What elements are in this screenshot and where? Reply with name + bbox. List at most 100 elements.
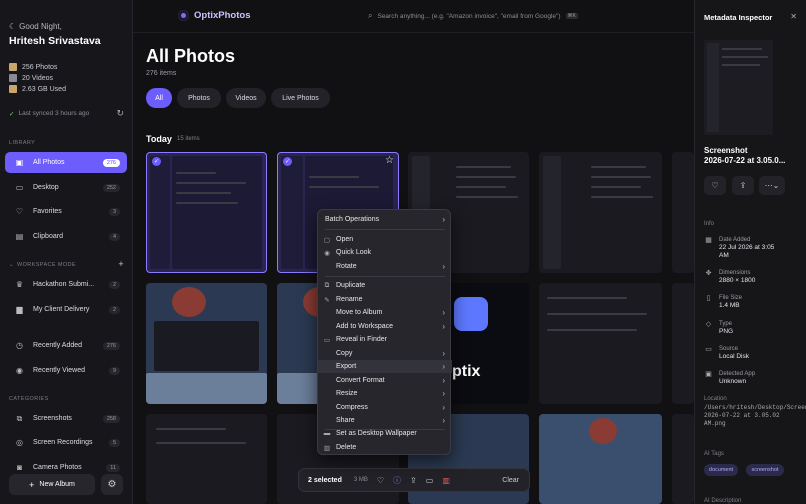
filter-live-photos[interactable]: Live Photos [271, 88, 330, 108]
close-icon[interactable]: ✕ [790, 12, 797, 21]
chevron-right-icon: › [442, 308, 445, 317]
photo-tile[interactable] [672, 152, 694, 273]
sidebar: ☾ Good Night, Hritesh Srivastava 256 Pho… [0, 0, 133, 504]
info-row-detected-app: ▣ Detected App Unknown [705, 371, 756, 385]
categories-section-label: CATEGORIES [9, 396, 49, 402]
clock-icon: ◷ [16, 341, 23, 350]
menu-item-reveal-in-finder[interactable]: ▭ Reveal in Finder [318, 333, 452, 346]
inspector-title: Metadata Inspector [704, 13, 773, 22]
library-section-label: LIBRARY [9, 140, 36, 146]
tile-text: ptix [452, 363, 481, 380]
check-icon: ✓ [9, 110, 15, 118]
star-icon[interactable]: ☆ [385, 155, 394, 166]
ai-tag[interactable]: screenshot [746, 464, 784, 476]
menu-item-convert-format[interactable]: Convert Format › [318, 374, 452, 387]
photo-tile[interactable] [539, 414, 662, 504]
menu-item-duplicate[interactable]: ⧉ Duplicate [318, 279, 452, 292]
heart-icon: ♡ [711, 181, 719, 190]
selection-toolbar: 2 selected 3 MB ♡ ⓘ ⇪ ▭ ▥ Clear [298, 468, 530, 492]
photo-tile[interactable] [672, 283, 694, 404]
selected-check-icon[interactable]: ✓ [152, 157, 161, 166]
favorite-button[interactable]: ♡ [704, 176, 726, 195]
selected-count: 2 selected [308, 476, 342, 484]
menu-item-batch-operations[interactable]: Batch Operations › [318, 213, 452, 226]
share-icon[interactable]: ⇪ [410, 476, 417, 485]
plus-icon: + [29, 479, 35, 490]
menu-item-rename[interactable]: ✎ Rename [318, 293, 452, 306]
sidebar-item-all-photos[interactable]: ▣ All Photos 276 [5, 152, 127, 173]
add-workspace-icon[interactable]: + [118, 259, 124, 269]
selected-check-icon[interactable]: ✓ [283, 157, 292, 166]
info-row-date: ▦ Date Added 22 Jul 2026 at 3:05 AM [705, 237, 775, 259]
share-icon: ⇪ [739, 181, 747, 190]
file-name: Screenshot 2026-07-22 at 3.05.0... [704, 146, 786, 165]
move-folder-icon[interactable]: ▭ [426, 476, 434, 485]
count-badge: 258 [102, 414, 120, 423]
more-button[interactable]: ⋯⌄ [759, 176, 785, 195]
photo-tile[interactable] [146, 283, 267, 404]
count-badge: 11 [106, 463, 120, 472]
sidebar-item-recently-viewed[interactable]: ◉ Recently Viewed 9 [5, 360, 127, 381]
menu-item-resize[interactable]: Resize › [318, 387, 452, 400]
sidebar-item-screen-recordings[interactable]: ◎ Screen Recordings 5 [5, 432, 127, 453]
sidebar-item-clipboard[interactable]: ▤ Clipboard 4 [5, 226, 127, 247]
app-icon: ▣ [705, 371, 712, 378]
sidebar-item-desktop[interactable]: ▭ Desktop 252 [5, 177, 127, 198]
sidebar-item-hackathon[interactable]: ♛ Hackathon Submi... 2 [5, 274, 127, 295]
chevron-down-icon[interactable]: ⌄ [9, 262, 14, 269]
settings-button[interactable]: ⚙ [101, 474, 123, 495]
menu-item-compress[interactable]: Compress › [318, 401, 452, 414]
video-icon [9, 74, 17, 82]
ai-tags-label: AI Tags [704, 451, 724, 457]
photo-tile[interactable] [539, 152, 662, 273]
photo-tile[interactable] [539, 283, 662, 404]
filter-all[interactable]: All [146, 88, 172, 108]
info-row-file-size: ▯ File Size 1.4 MB [704, 294, 804, 310]
storage-icon [9, 85, 17, 93]
stat-photos: 256 Photos [9, 63, 57, 71]
menu-item-copy[interactable]: Copy › [318, 347, 452, 360]
photo-tile[interactable] [146, 414, 267, 504]
file-icon: ▯ [706, 295, 711, 302]
filter-videos[interactable]: Videos [226, 88, 266, 108]
menu-item-rotate[interactable]: Rotate › [318, 260, 452, 273]
photos-icon: ▣ [15, 158, 24, 167]
info-row-source: ▭ Source Local Disk [705, 346, 749, 360]
camera-icon: ◙ [17, 463, 22, 472]
folder-icon: ▭ [705, 346, 712, 353]
share-button[interactable]: ⇪ [732, 176, 754, 195]
desktop-icon: ▭ [15, 183, 24, 192]
heart-icon[interactable]: ♡ [377, 476, 384, 485]
sidebar-item-favorites[interactable]: ♡ Favorites 3 [5, 201, 127, 222]
trash-icon[interactable]: ▥ [442, 476, 450, 485]
chevron-right-icon: › [442, 403, 445, 412]
filter-photos[interactable]: Photos [177, 88, 221, 108]
new-album-button[interactable]: + New Album [9, 474, 95, 495]
photo-tile[interactable] [672, 414, 694, 504]
screenshot-icon: ⧉ [16, 413, 23, 423]
menu-item-set-wallpaper[interactable]: ▬ Set as Desktop Wallpaper [318, 427, 452, 440]
chevron-right-icon: › [442, 389, 445, 398]
photo-tile[interactable]: ✓ [146, 152, 267, 273]
sidebar-item-screenshots[interactable]: ⧉ Screenshots 258 [5, 408, 127, 429]
tag-icon: ◇ [705, 321, 712, 328]
refresh-icon[interactable]: ↻ [116, 108, 124, 119]
menu-item-quick-look[interactable]: ◉ Quick Look [318, 246, 452, 259]
context-menu: Batch Operations › ▢ Open ◉ Quick Look Rota… [317, 209, 452, 455]
sync-status: ✓ Last synced 3 hours ago ↻ [9, 108, 124, 119]
count-badge: 2 [108, 280, 120, 289]
menu-item-export[interactable]: Export › [318, 360, 452, 373]
menu-item-add-to-workspace[interactable]: Add to Workspace › [318, 320, 452, 333]
sidebar-item-recently-added[interactable]: ◷ Recently Added 276 [5, 335, 127, 356]
info-icon[interactable]: ⓘ [393, 475, 401, 486]
count-badge: 276 [102, 158, 120, 167]
photo-stack-icon [9, 63, 17, 71]
menu-item-move-to-album[interactable]: Move to Album › [318, 306, 452, 319]
sidebar-item-client-delivery[interactable]: ▆ My Client Delivery 2 [5, 299, 127, 320]
clear-button[interactable]: Clear [502, 477, 519, 484]
ai-tag[interactable]: document [704, 464, 738, 476]
menu-item-delete[interactable]: ▥ Delete [318, 441, 452, 454]
menu-item-open[interactable]: ▢ Open [318, 233, 452, 246]
menu-item-share[interactable]: Share › [318, 414, 452, 427]
search-input[interactable]: ⌕ Search anything... (e.g. "Amazon invoi… [368, 11, 578, 21]
